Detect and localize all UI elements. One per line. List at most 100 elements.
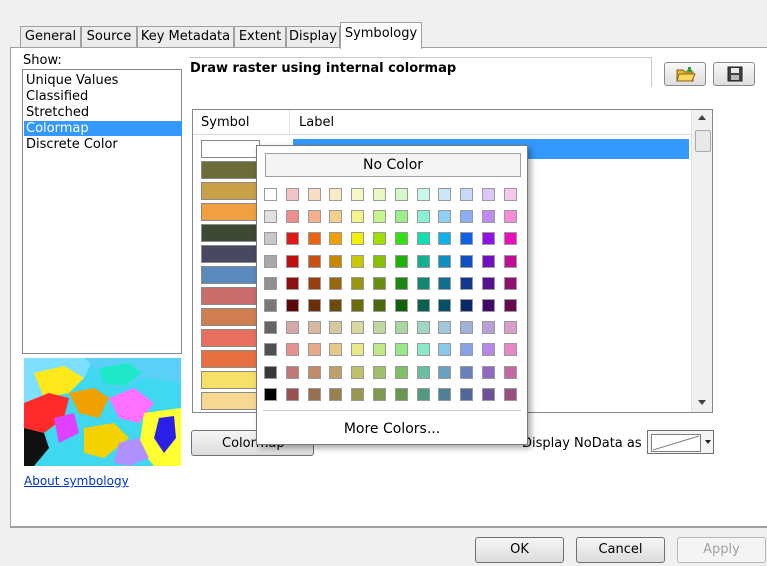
palette-color-swatch[interactable] [503, 188, 517, 201]
palette-color-swatch[interactable] [394, 299, 408, 312]
palette-color-swatch[interactable] [373, 210, 386, 224]
palette-color-swatch[interactable] [351, 299, 365, 312]
palette-color-swatch[interactable] [285, 365, 299, 379]
palette-color-swatch[interactable] [460, 299, 474, 312]
palette-color-swatch[interactable] [351, 365, 365, 379]
palette-color-swatch[interactable] [351, 343, 365, 357]
apply-button[interactable]: Apply [677, 537, 766, 563]
palette-color-swatch[interactable] [394, 276, 408, 290]
palette-color-swatch[interactable] [329, 321, 343, 335]
symbol-swatch[interactable] [201, 266, 260, 284]
palette-color-swatch[interactable] [264, 387, 277, 401]
palette-color-swatch[interactable] [503, 232, 517, 246]
palette-color-swatch[interactable] [482, 276, 495, 290]
palette-color-swatch[interactable] [416, 365, 430, 379]
palette-color-swatch[interactable] [394, 365, 408, 379]
palette-color-swatch[interactable] [307, 365, 321, 379]
scroll-thumb[interactable] [695, 130, 711, 152]
palette-color-swatch[interactable] [503, 299, 517, 312]
palette-color-swatch[interactable] [351, 254, 365, 268]
symbol-swatch[interactable] [201, 392, 260, 410]
palette-color-swatch[interactable] [264, 254, 277, 268]
show-item-colormap[interactable]: Colormap [24, 121, 182, 136]
palette-color-swatch[interactable] [460, 365, 474, 379]
palette-color-swatch[interactable] [460, 188, 474, 201]
palette-color-swatch[interactable] [416, 387, 430, 401]
palette-color-swatch[interactable] [482, 321, 495, 335]
palette-color-swatch[interactable] [351, 276, 365, 290]
palette-color-swatch[interactable] [307, 321, 321, 335]
palette-color-swatch[interactable] [351, 188, 365, 201]
palette-color-swatch[interactable] [482, 232, 495, 246]
palette-color-swatch[interactable] [329, 299, 343, 312]
symbol-column-header[interactable]: Symbol [201, 115, 249, 130]
palette-color-swatch[interactable] [416, 188, 430, 201]
symbol-swatch[interactable] [201, 161, 260, 179]
show-item-stretched[interactable]: Stretched [26, 105, 89, 120]
ok-button[interactable]: OK [475, 537, 564, 563]
palette-color-swatch[interactable] [329, 276, 343, 290]
palette-color-swatch[interactable] [329, 210, 343, 224]
palette-color-swatch[interactable] [482, 299, 495, 312]
table-scrollbar[interactable] [691, 110, 712, 412]
tab-key-metadata[interactable]: Key Metadata [137, 26, 234, 48]
palette-color-swatch[interactable] [264, 276, 277, 290]
tab-symbology[interactable]: Symbology [340, 22, 422, 49]
palette-color-swatch[interactable] [394, 387, 408, 401]
palette-color-swatch[interactable] [285, 321, 299, 335]
scroll-down-arrow-icon[interactable] [698, 400, 706, 405]
palette-color-swatch[interactable] [416, 321, 430, 335]
tab-extent[interactable]: Extent [234, 26, 286, 48]
palette-color-swatch[interactable] [460, 387, 474, 401]
palette-color-swatch[interactable] [438, 210, 452, 224]
more-colors-button[interactable]: More Colors... [257, 421, 527, 437]
palette-color-swatch[interactable] [351, 321, 365, 335]
palette-color-swatch[interactable] [285, 188, 299, 201]
palette-color-swatch[interactable] [307, 254, 321, 268]
palette-color-swatch[interactable] [482, 365, 495, 379]
palette-color-swatch[interactable] [416, 276, 430, 290]
palette-color-swatch[interactable] [329, 365, 343, 379]
palette-color-swatch[interactable] [438, 387, 452, 401]
palette-color-swatch[interactable] [503, 210, 517, 224]
palette-color-swatch[interactable] [416, 299, 430, 312]
symbol-swatch[interactable] [201, 182, 260, 200]
symbol-swatch[interactable] [201, 245, 260, 263]
palette-color-swatch[interactable] [373, 321, 386, 335]
palette-color-swatch[interactable] [438, 254, 452, 268]
palette-color-swatch[interactable] [285, 232, 299, 246]
palette-color-swatch[interactable] [307, 299, 321, 312]
palette-color-swatch[interactable] [416, 210, 430, 224]
palette-color-swatch[interactable] [373, 254, 386, 268]
palette-color-swatch[interactable] [438, 232, 452, 246]
symbol-swatch[interactable] [201, 350, 260, 368]
palette-color-swatch[interactable] [482, 254, 495, 268]
palette-color-swatch[interactable] [373, 343, 386, 357]
palette-color-swatch[interactable] [503, 365, 517, 379]
palette-color-swatch[interactable] [264, 299, 277, 312]
symbol-swatch[interactable] [201, 308, 260, 326]
palette-color-swatch[interactable] [264, 232, 277, 246]
show-item-classified[interactable]: Classified [26, 89, 88, 104]
palette-color-swatch[interactable] [264, 210, 277, 224]
palette-color-swatch[interactable] [394, 232, 408, 246]
palette-color-swatch[interactable] [285, 210, 299, 224]
palette-color-swatch[interactable] [460, 343, 474, 357]
palette-color-swatch[interactable] [394, 321, 408, 335]
palette-color-swatch[interactable] [460, 254, 474, 268]
palette-color-swatch[interactable] [503, 387, 517, 401]
palette-color-swatch[interactable] [503, 254, 517, 268]
nodata-color-dropdown[interactable] [647, 430, 714, 454]
tab-display[interactable]: Display [286, 26, 340, 48]
palette-color-swatch[interactable] [329, 232, 343, 246]
palette-color-swatch[interactable] [482, 188, 495, 201]
palette-color-swatch[interactable] [503, 321, 517, 335]
palette-color-swatch[interactable] [482, 343, 495, 357]
palette-color-swatch[interactable] [373, 365, 386, 379]
palette-color-swatch[interactable] [351, 387, 365, 401]
save-layer-button[interactable] [713, 62, 755, 86]
palette-color-swatch[interactable] [460, 210, 474, 224]
palette-color-swatch[interactable] [373, 232, 386, 246]
symbol-swatch[interactable] [201, 224, 260, 242]
palette-color-swatch[interactable] [285, 343, 299, 357]
